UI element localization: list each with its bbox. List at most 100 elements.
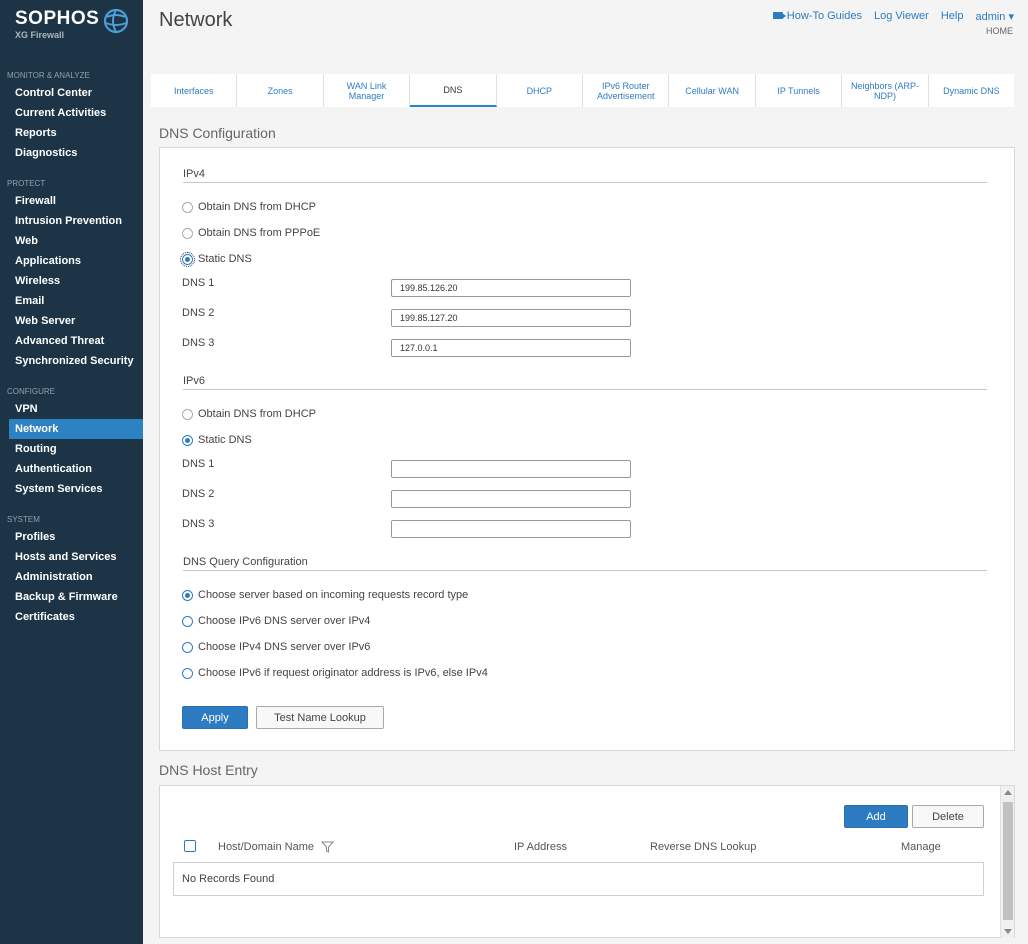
- query-option-originator[interactable]: Choose IPv6 if request originator addres…: [182, 667, 488, 679]
- ipv6-dns1-label: DNS 1: [182, 458, 215, 470]
- tab-dns[interactable]: DNS: [410, 74, 497, 107]
- nav-item-advanced-threat[interactable]: Advanced Threat: [9, 331, 143, 351]
- sophos-logo[interactable]: SOPHOS XG Firewall: [15, 8, 135, 44]
- nav-item-network[interactable]: Network: [9, 419, 143, 439]
- ipv4-dns1-input[interactable]: [391, 279, 631, 297]
- nav-item-profiles[interactable]: Profiles: [9, 527, 143, 547]
- radio-icon[interactable]: [182, 641, 193, 653]
- radio-icon[interactable]: [182, 667, 193, 679]
- apply-button[interactable]: Apply: [182, 706, 248, 729]
- ipv4-obtain-pppoe-option[interactable]: Obtain DNS from PPPoE: [182, 227, 320, 239]
- brand-name: SOPHOS: [15, 8, 100, 29]
- tab-cellular-wan[interactable]: Cellular WAN: [669, 74, 756, 107]
- admin-menu[interactable]: admin ▾: [975, 10, 1014, 23]
- dns-configuration-panel: IPv4 Obtain DNS from DHCP Obtain DNS fro…: [159, 147, 1015, 751]
- nav-item-firewall[interactable]: Firewall: [9, 191, 143, 211]
- log-viewer-link[interactable]: Log Viewer: [874, 10, 929, 23]
- option-label: Choose server based on incoming requests…: [198, 589, 469, 601]
- nav-item-diagnostics[interactable]: Diagnostics: [9, 143, 143, 163]
- nav-item-current-activities[interactable]: Current Activities: [9, 103, 143, 123]
- nav-item-intrusion-prevention[interactable]: Intrusion Prevention: [9, 211, 143, 231]
- ipv4-dns3-input[interactable]: [391, 339, 631, 357]
- nav-item-certificates[interactable]: Certificates: [9, 607, 143, 627]
- how-to-guides-link[interactable]: How-To Guides: [772, 10, 862, 23]
- col-host-domain-name[interactable]: Host/Domain Name: [218, 841, 314, 853]
- nav-item-backup-firmware[interactable]: Backup & Firmware: [9, 587, 143, 607]
- option-label: Choose IPv4 DNS server over IPv6: [198, 641, 371, 653]
- tab-dhcp[interactable]: DHCP: [497, 74, 584, 107]
- scroll-up-icon[interactable]: [1004, 790, 1012, 795]
- ipv4-dns3-label: DNS 3: [182, 337, 215, 349]
- radio-selected-icon[interactable]: [180, 251, 195, 267]
- query-option-record-type[interactable]: Choose server based on incoming requests…: [182, 589, 468, 601]
- tab-zones[interactable]: Zones: [237, 74, 324, 107]
- nav-item-web-server[interactable]: Web Server: [9, 311, 143, 331]
- nav-item-authentication[interactable]: Authentication: [9, 459, 143, 479]
- nav-item-hosts-and-services[interactable]: Hosts and Services: [9, 547, 143, 567]
- scroll-thumb[interactable]: [1003, 802, 1013, 920]
- ipv6-dns2-input[interactable]: [391, 490, 631, 508]
- radio-icon[interactable]: [182, 408, 193, 420]
- ipv4-static-dns-option[interactable]: Static DNS: [180, 251, 252, 267]
- query-option-ipv4-over-ipv6[interactable]: Choose IPv4 DNS server over IPv6: [182, 641, 370, 653]
- nav-section-protect: PROTECT: [7, 179, 46, 188]
- radio-selected-icon[interactable]: [182, 434, 193, 446]
- nav-item-routing[interactable]: Routing: [9, 439, 143, 459]
- test-name-lookup-button[interactable]: Test Name Lookup: [256, 706, 384, 729]
- ipv6-dns3-input[interactable]: [391, 520, 631, 538]
- home-label[interactable]: HOME: [986, 26, 1013, 36]
- tab-interfaces[interactable]: Interfaces: [151, 74, 238, 107]
- ipv4-label: IPv4: [183, 168, 206, 180]
- nav-item-synchronized-security[interactable]: Synchronized Security: [9, 351, 143, 371]
- top-links: How-To Guides Log Viewer Help admin ▾: [772, 10, 1014, 23]
- nav-item-web[interactable]: Web: [9, 231, 143, 251]
- filter-icon[interactable]: [321, 841, 334, 853]
- vertical-scrollbar[interactable]: [1000, 786, 1014, 938]
- nav-item-control-center[interactable]: Control Center: [9, 83, 143, 103]
- tab-ip-tunnels[interactable]: IP Tunnels: [756, 74, 843, 107]
- dns-query-config-label: DNS Query Configuration: [183, 556, 308, 568]
- help-link[interactable]: Help: [941, 10, 964, 23]
- tab-dynamic-dns[interactable]: Dynamic DNS: [929, 74, 1014, 107]
- nav-section-configure: CONFIGURE: [7, 387, 55, 396]
- tab-wan-link-manager[interactable]: WAN Link Manager: [324, 74, 411, 107]
- nav-item-reports[interactable]: Reports: [9, 123, 143, 143]
- col-manage: Manage: [901, 841, 941, 853]
- select-all-checkbox[interactable]: [184, 840, 196, 852]
- radio-icon[interactable]: [182, 227, 193, 239]
- query-option-ipv6-over-ipv4[interactable]: Choose IPv6 DNS server over IPv4: [182, 615, 370, 627]
- scroll-down-icon[interactable]: [1004, 929, 1012, 934]
- ipv6-dns1-input[interactable]: [391, 460, 631, 478]
- radio-selected-icon[interactable]: [182, 589, 193, 601]
- option-label: Obtain DNS from DHCP: [198, 201, 316, 213]
- globe-icon: [103, 8, 129, 34]
- ipv6-static-dns-option[interactable]: Static DNS: [182, 434, 252, 446]
- nav-item-vpn[interactable]: VPN: [9, 399, 143, 419]
- radio-icon[interactable]: [182, 615, 193, 627]
- nav-item-administration[interactable]: Administration: [9, 567, 143, 587]
- nav-item-email[interactable]: Email: [9, 291, 143, 311]
- ipv4-dns2-input[interactable]: [391, 309, 631, 327]
- col-ip-address: IP Address: [514, 841, 567, 853]
- dns-host-entry-panel: Add Delete Host/Domain Name IP Address R…: [159, 785, 1015, 938]
- col-reverse-dns-lookup: Reverse DNS Lookup: [650, 841, 757, 853]
- ipv4-dns1-label: DNS 1: [182, 277, 215, 289]
- no-records-row: No Records Found: [173, 862, 984, 896]
- ipv4-divider: [183, 182, 987, 183]
- tab-ipv6-router-advertisement[interactable]: IPv6 Router Advertisement: [583, 74, 670, 107]
- add-button[interactable]: Add: [844, 805, 908, 828]
- nav-item-wireless[interactable]: Wireless: [9, 271, 143, 291]
- nav-item-system-services[interactable]: System Services: [9, 479, 143, 499]
- page-title: Network: [159, 9, 233, 31]
- option-label: Static DNS: [198, 434, 252, 446]
- ipv6-obtain-dhcp-option[interactable]: Obtain DNS from DHCP: [182, 408, 316, 420]
- ipv6-dns3-label: DNS 3: [182, 518, 215, 530]
- delete-button[interactable]: Delete: [912, 805, 984, 828]
- option-label: Obtain DNS from DHCP: [198, 408, 316, 420]
- nav-item-applications[interactable]: Applications: [9, 251, 143, 271]
- tab-neighbors[interactable]: Neighbors (ARP-NDP): [842, 74, 929, 107]
- dns-configuration-title: DNS Configuration: [159, 125, 276, 141]
- radio-icon[interactable]: [182, 201, 193, 213]
- ipv4-obtain-dhcp-option[interactable]: Obtain DNS from DHCP: [182, 201, 316, 213]
- ipv6-divider: [183, 389, 987, 390]
